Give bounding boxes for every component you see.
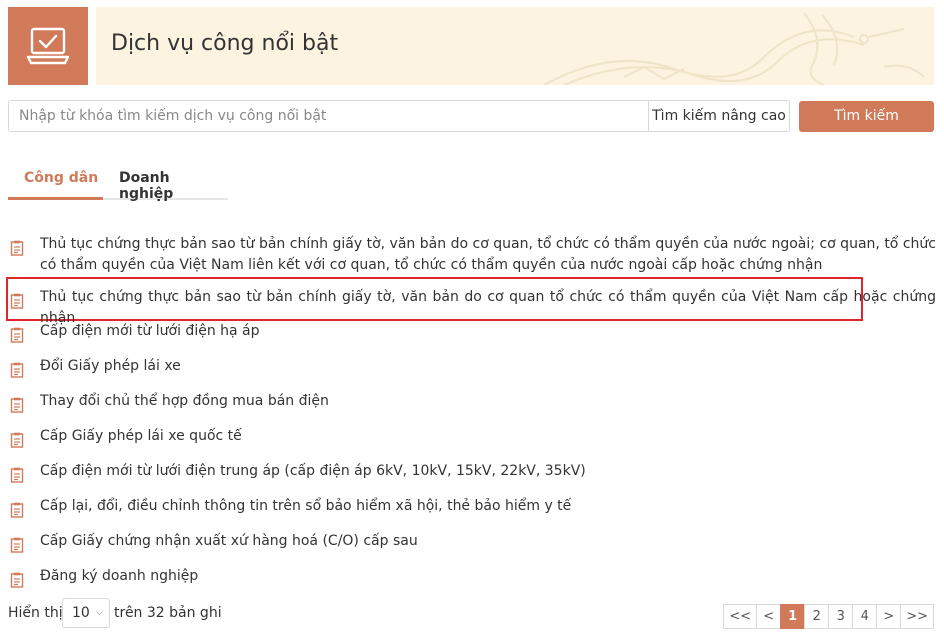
document-icon	[10, 397, 24, 413]
page-3-button[interactable]: 3	[828, 604, 854, 629]
list-item-label: Cấp điện mới từ lưới điện hạ áp	[40, 323, 260, 339]
search-button[interactable]: Tìm kiếm	[799, 101, 934, 132]
document-icon	[10, 327, 24, 343]
list-item-label: Đổi Giấy phép lái xe	[40, 358, 181, 374]
document-icon	[10, 502, 24, 518]
last-page-button[interactable]: >>	[900, 604, 934, 629]
page-title: Dịch vụ công nổi bật	[111, 31, 339, 56]
crane-pattern-icon	[543, 12, 925, 85]
page-2-button[interactable]: 2	[804, 604, 830, 629]
list-item-label: Cấp Giấy chứng nhận xuất xứ hàng hoá (C/…	[40, 533, 418, 549]
total-records-label: trên 32 bản ghi	[114, 605, 222, 621]
laptop-check-icon	[26, 27, 70, 65]
list-item-label: Thay đổi chủ thể hợp đồng mua bán điện	[40, 393, 329, 409]
tab-cong-dan[interactable]: Công dân	[24, 170, 98, 186]
list-item-label: Cấp Giấy phép lái xe quốc tế	[40, 428, 242, 444]
pagination: << < 1 2 3 4 > >>	[723, 604, 934, 629]
document-icon	[10, 293, 24, 309]
active-tab-indicator	[8, 197, 103, 200]
search-box: Tìm kiếm nâng cao	[8, 100, 790, 132]
first-page-button[interactable]: <<	[723, 604, 758, 629]
search-input[interactable]	[9, 101, 649, 131]
chevron-down-icon: ⌵	[96, 608, 103, 618]
tab-doanh-nghiep[interactable]: Doanh nghiệp	[119, 170, 228, 202]
document-icon	[10, 537, 24, 553]
page-size-select[interactable]: 10 ⌵	[62, 598, 110, 628]
tabs: Công dân Doanh nghiệp	[8, 160, 228, 202]
advanced-search-button[interactable]: Tìm kiếm nâng cao	[648, 101, 789, 131]
document-icon	[10, 362, 24, 378]
page-size-value: 10	[72, 605, 90, 621]
next-page-button[interactable]: >	[876, 604, 902, 629]
header-banner: Dịch vụ công nổi bật	[96, 7, 934, 85]
document-icon	[10, 240, 24, 256]
show-label: Hiển thị	[8, 605, 63, 621]
document-icon	[10, 467, 24, 483]
list-item-label: Cấp lại, đổi, điều chỉnh thông tin trên …	[40, 498, 572, 514]
header-icon-box	[8, 7, 88, 85]
prev-page-button[interactable]: <	[756, 604, 782, 629]
document-icon	[10, 432, 24, 448]
list-item-label: Thủ tục chứng thực bản sao từ bản chính …	[40, 236, 936, 273]
document-icon	[10, 572, 24, 588]
page-4-button[interactable]: 4	[852, 604, 878, 629]
page-1-button[interactable]: 1	[780, 604, 806, 629]
list-item-label: Cấp điện mới từ lưới điện trung áp (cấp …	[40, 463, 586, 479]
list-item-label: Đăng ký doanh nghiệp	[40, 568, 199, 584]
